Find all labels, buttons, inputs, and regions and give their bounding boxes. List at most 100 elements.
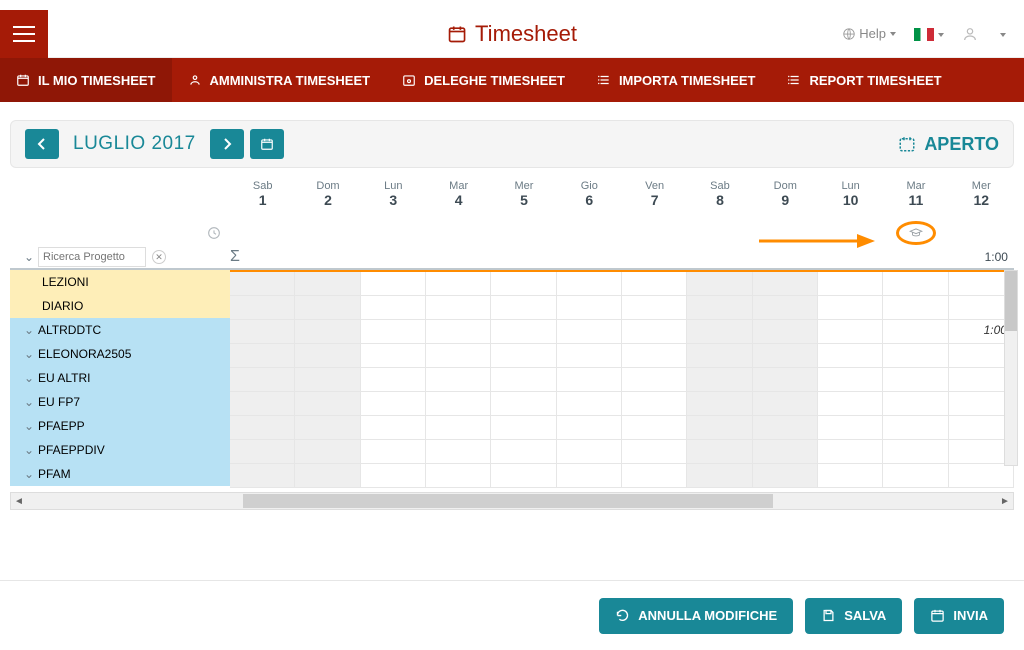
scroll-right-icon[interactable]: ► bbox=[997, 493, 1013, 509]
time-cell[interactable] bbox=[753, 416, 818, 439]
time-cell[interactable] bbox=[426, 440, 491, 463]
time-cell[interactable] bbox=[753, 296, 818, 319]
time-cell[interactable] bbox=[230, 392, 295, 415]
chevron-down-icon[interactable]: ⌄ bbox=[24, 467, 32, 481]
time-cell[interactable] bbox=[883, 392, 948, 415]
time-cell[interactable] bbox=[491, 464, 556, 487]
time-cell[interactable] bbox=[883, 296, 948, 319]
time-cell[interactable] bbox=[426, 392, 491, 415]
time-cell[interactable] bbox=[230, 272, 295, 295]
time-cell[interactable] bbox=[753, 440, 818, 463]
time-cell[interactable] bbox=[361, 440, 426, 463]
time-cell[interactable] bbox=[622, 344, 687, 367]
chevron-down-icon[interactable]: ⌄ bbox=[24, 419, 32, 433]
time-cell[interactable] bbox=[883, 344, 948, 367]
tab-admin-timesheet[interactable]: AMMINISTRA TIMESHEET bbox=[172, 58, 387, 102]
time-cell[interactable] bbox=[818, 440, 883, 463]
time-cell[interactable] bbox=[557, 368, 622, 391]
time-cell[interactable] bbox=[361, 368, 426, 391]
time-cell[interactable] bbox=[883, 464, 948, 487]
next-month-button[interactable] bbox=[210, 129, 244, 159]
time-cell[interactable] bbox=[883, 272, 948, 295]
time-cell[interactable] bbox=[622, 440, 687, 463]
tab-delegate-timesheet[interactable]: DELEGHE TIMESHEET bbox=[386, 58, 581, 102]
time-cell[interactable] bbox=[230, 368, 295, 391]
time-cell[interactable] bbox=[818, 392, 883, 415]
time-cell[interactable] bbox=[557, 392, 622, 415]
time-cell[interactable] bbox=[491, 296, 556, 319]
time-cell[interactable] bbox=[230, 296, 295, 319]
time-cell[interactable] bbox=[295, 344, 360, 367]
time-cell[interactable] bbox=[687, 392, 752, 415]
time-cell[interactable] bbox=[753, 272, 818, 295]
time-cell[interactable] bbox=[818, 464, 883, 487]
tab-my-timesheet[interactable]: IL MIO TIMESHEET bbox=[0, 58, 172, 102]
time-cell[interactable] bbox=[230, 464, 295, 487]
time-cell[interactable] bbox=[949, 464, 1014, 487]
time-cell[interactable] bbox=[230, 416, 295, 439]
project-row[interactable]: ⌄PFAEPPDIV bbox=[10, 438, 230, 462]
tab-import-timesheet[interactable]: IMPORTA TIMESHEET bbox=[581, 58, 772, 102]
time-cell[interactable] bbox=[557, 272, 622, 295]
time-cell[interactable] bbox=[295, 416, 360, 439]
time-cell[interactable] bbox=[687, 320, 752, 343]
calendar-picker-button[interactable] bbox=[250, 129, 284, 159]
project-row[interactable]: ⌄EU ALTRI bbox=[10, 366, 230, 390]
time-cell[interactable] bbox=[295, 392, 360, 415]
time-cell[interactable] bbox=[361, 272, 426, 295]
time-cell[interactable] bbox=[230, 440, 295, 463]
time-cell[interactable] bbox=[426, 320, 491, 343]
time-cell[interactable] bbox=[883, 416, 948, 439]
time-cell[interactable] bbox=[361, 416, 426, 439]
time-cell[interactable] bbox=[622, 392, 687, 415]
time-cell[interactable] bbox=[818, 368, 883, 391]
time-cell[interactable] bbox=[883, 320, 948, 343]
time-cell[interactable] bbox=[491, 416, 556, 439]
time-cell[interactable] bbox=[230, 320, 295, 343]
time-cell[interactable] bbox=[426, 344, 491, 367]
chevron-down-icon[interactable]: ⌄ bbox=[24, 395, 32, 409]
time-cell[interactable] bbox=[426, 368, 491, 391]
time-cell[interactable] bbox=[687, 416, 752, 439]
time-cell[interactable] bbox=[557, 344, 622, 367]
chevron-down-icon[interactable]: ⌄ bbox=[24, 371, 32, 385]
vertical-scrollbar[interactable] bbox=[1004, 270, 1018, 466]
time-cell[interactable] bbox=[426, 464, 491, 487]
time-cell[interactable] bbox=[557, 416, 622, 439]
time-cell[interactable] bbox=[426, 272, 491, 295]
time-cell[interactable] bbox=[687, 344, 752, 367]
time-cell[interactable] bbox=[818, 272, 883, 295]
horizontal-scrollbar[interactable]: ◄ ► bbox=[10, 492, 1014, 510]
time-cell[interactable] bbox=[491, 392, 556, 415]
time-cell[interactable] bbox=[557, 440, 622, 463]
time-cell[interactable] bbox=[230, 344, 295, 367]
time-cell[interactable] bbox=[622, 416, 687, 439]
time-cell[interactable] bbox=[557, 296, 622, 319]
time-cell[interactable] bbox=[622, 368, 687, 391]
time-cell[interactable] bbox=[753, 344, 818, 367]
time-cell[interactable] bbox=[295, 464, 360, 487]
time-cell[interactable] bbox=[361, 344, 426, 367]
time-cell[interactable] bbox=[687, 464, 752, 487]
time-cell[interactable] bbox=[557, 464, 622, 487]
prev-month-button[interactable] bbox=[25, 129, 59, 159]
time-cell[interactable] bbox=[687, 368, 752, 391]
project-row-fixed[interactable]: DIARIO bbox=[10, 294, 230, 318]
hamburger-menu[interactable] bbox=[0, 10, 48, 58]
user-caret[interactable] bbox=[996, 26, 1006, 41]
time-cell[interactable] bbox=[687, 440, 752, 463]
time-cell[interactable] bbox=[426, 416, 491, 439]
scroll-left-icon[interactable]: ◄ bbox=[11, 493, 27, 509]
time-cell[interactable] bbox=[753, 392, 818, 415]
time-cell[interactable] bbox=[753, 464, 818, 487]
time-cell[interactable] bbox=[361, 296, 426, 319]
time-cell[interactable] bbox=[361, 464, 426, 487]
project-row[interactable]: ⌄EU FP7 bbox=[10, 390, 230, 414]
send-button[interactable]: INVIA bbox=[914, 598, 1004, 634]
tab-report-timesheet[interactable]: REPORT TIMESHEET bbox=[771, 58, 957, 102]
chevron-down-icon[interactable]: ⌄ bbox=[24, 250, 32, 264]
time-cell[interactable] bbox=[295, 440, 360, 463]
time-cell[interactable] bbox=[622, 272, 687, 295]
project-row[interactable]: ⌄ELEONORA2505 bbox=[10, 342, 230, 366]
project-row[interactable]: ⌄PFAEPP bbox=[10, 414, 230, 438]
